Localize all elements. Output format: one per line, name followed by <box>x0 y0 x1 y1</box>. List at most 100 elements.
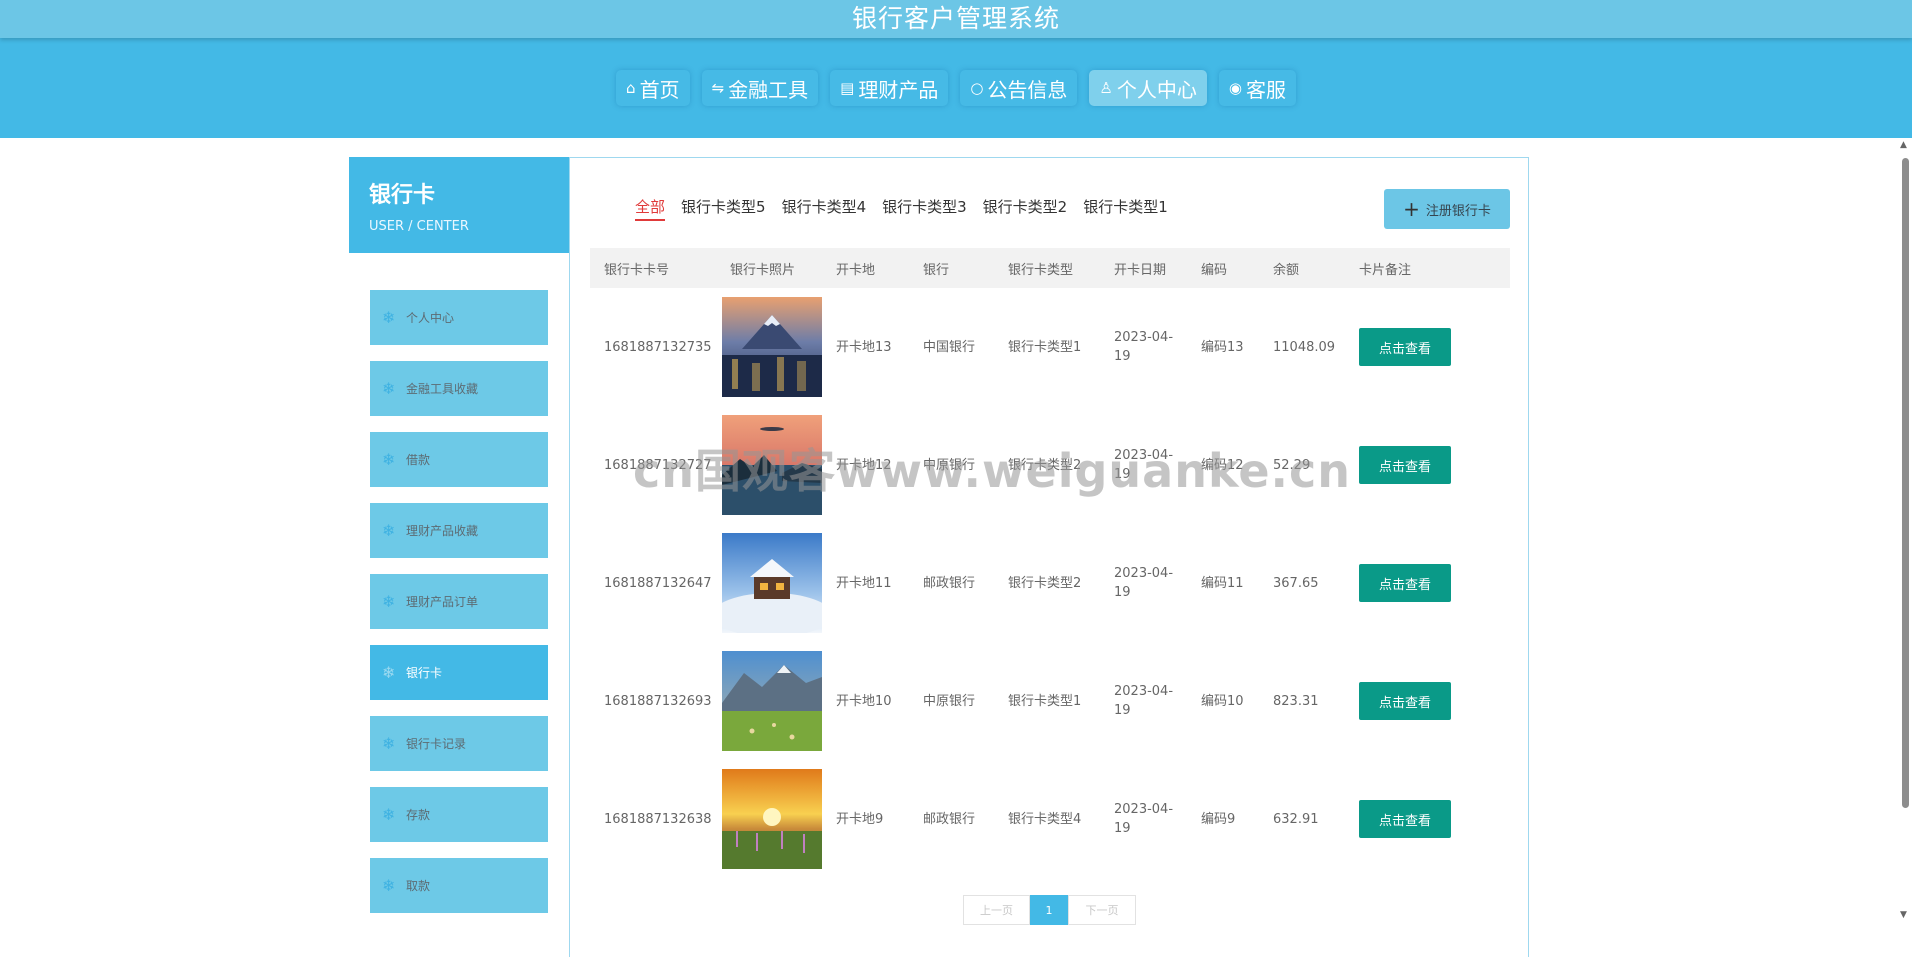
filter-type-2[interactable]: 银行卡类型2 <box>983 196 1068 221</box>
sidebar-item-financial-tool-favorites[interactable]: ❄ 金融工具收藏 <box>370 361 548 416</box>
cell-bank: 中原银行 <box>923 457 976 473</box>
nav-label: 公告信息 <box>987 77 1068 102</box>
cell-action: 点击查看 <box>1345 524 1510 642</box>
table-row: 1681887132735 开卡地13 中国银行 银行卡类型1 2023-04-… <box>590 288 1510 406</box>
card-photo-image[interactable] <box>722 651 822 751</box>
col-header-balance: 余额 <box>1273 262 1300 278</box>
cell-location: 开卡地13 <box>836 339 892 355</box>
view-button[interactable]: 点击查看 <box>1359 446 1451 484</box>
cell-action: 点击查看 <box>1345 642 1510 760</box>
sidebar-item-bank-card[interactable]: ❄ 银行卡 <box>370 645 548 700</box>
cell-date: 2023-04-19 <box>1114 330 1174 364</box>
table-row: 1681887132647 开卡地11 邮政银行 银行卡类型2 2023-04-… <box>590 524 1510 642</box>
cell-location: 开卡地11 <box>836 575 892 591</box>
sidebar-item-label: 理财产品订单 <box>406 595 479 609</box>
filter-type-3[interactable]: 银行卡类型3 <box>882 196 967 221</box>
card-photo-image[interactable] <box>722 297 822 397</box>
register-card-button[interactable]: + 注册银行卡 <box>1384 189 1510 229</box>
main-content: 全部 银行卡类型5 银行卡类型4 银行卡类型3 银行卡类型2 银行卡类型1 + … <box>569 157 1529 957</box>
cell-type: 银行卡类型2 <box>1008 457 1082 473</box>
cell-bank: 邮政银行 <box>923 575 976 591</box>
prev-page-button[interactable]: 上一页 <box>963 895 1030 925</box>
cell-card-photo <box>716 760 822 878</box>
scroll-up-arrow-icon[interactable]: ▲ <box>1900 140 1907 150</box>
view-button[interactable]: 点击查看 <box>1359 800 1451 838</box>
nav-wealth-products[interactable]: ▤ 理财产品 <box>830 70 948 106</box>
sidebar-item-label: 金融工具收藏 <box>406 382 479 396</box>
cell-card-photo <box>716 524 822 642</box>
nav-label: 金融工具 <box>728 77 809 102</box>
nav-announcements[interactable]: ○ 公告信息 <box>960 70 1077 106</box>
register-card-label: 注册银行卡 <box>1425 203 1491 219</box>
sidebar-header: 银行卡 USER / CENTER <box>349 157 569 253</box>
filter-type-5[interactable]: 银行卡类型5 <box>681 196 766 221</box>
scroll-down-arrow-icon[interactable]: ▼ <box>1900 910 1907 920</box>
cell-card-no: 1681887132638 <box>604 811 712 827</box>
view-button[interactable]: 点击查看 <box>1359 682 1451 720</box>
view-button[interactable]: 点击查看 <box>1359 564 1451 602</box>
col-header-date: 开卡日期 <box>1114 262 1167 278</box>
filter-type-1[interactable]: 银行卡类型1 <box>1083 196 1168 221</box>
cell-date: 2023-04-19 <box>1114 684 1174 718</box>
filter-all[interactable]: 全部 <box>635 196 666 221</box>
home-icon: ⌂ <box>626 79 636 97</box>
sidebar-item-withdraw[interactable]: ❄ 取款 <box>370 858 548 913</box>
sidebar-item-label: 银行卡记录 <box>406 737 467 751</box>
col-header-code: 编码 <box>1201 262 1228 278</box>
filter-type-4[interactable]: 银行卡类型4 <box>782 196 867 221</box>
sidebar-item-bank-card-records[interactable]: ❄ 银行卡记录 <box>370 716 548 771</box>
col-header-card-photo: 银行卡照片 <box>730 262 796 278</box>
site-title: 银行客户管理系统 <box>851 4 1060 33</box>
nav-label: 客服 <box>1245 77 1286 102</box>
cell-date: 2023-04-19 <box>1114 566 1174 600</box>
pagination: 上一页 1 下一页 <box>963 895 1136 925</box>
cell-bank: 中原银行 <box>923 693 976 709</box>
card-photo-image[interactable] <box>722 415 822 515</box>
sidebar-item-deposit[interactable]: ❄ 存款 <box>370 787 548 842</box>
page-number-button[interactable]: 1 <box>1030 895 1068 925</box>
nav-customer-service[interactable]: ◉ 客服 <box>1219 70 1296 106</box>
document-icon: ▤ <box>840 79 855 97</box>
cell-code: 编码11 <box>1201 575 1244 591</box>
cell-card-no: 1681887132727 <box>604 457 712 473</box>
cell-card-no: 1681887132693 <box>604 693 712 709</box>
sidebar-item-personal-center[interactable]: ❄ 个人中心 <box>370 290 548 345</box>
cell-date: 2023-04-19 <box>1114 802 1174 836</box>
snowflake-icon: ❄ <box>382 592 396 611</box>
sidebar-item-loan[interactable]: ❄ 借款 <box>370 432 548 487</box>
cell-balance: 367.65 <box>1273 575 1319 591</box>
cell-card-no: 1681887132647 <box>604 575 712 591</box>
cell-card-photo <box>716 288 822 406</box>
next-page-button[interactable]: 下一页 <box>1068 895 1136 925</box>
cell-code: 编码10 <box>1201 693 1244 709</box>
nav-financial-tools[interactable]: ⇋ 金融工具 <box>702 70 819 106</box>
cell-type: 银行卡类型1 <box>1008 693 1082 709</box>
snowflake-icon: ❄ <box>382 308 396 327</box>
card-photo-image[interactable] <box>722 769 822 869</box>
view-button[interactable]: 点击查看 <box>1359 328 1451 366</box>
bank-card-table: 银行卡卡号 银行卡照片 开卡地 银行 银行卡类型 开卡日期 编码 余额 卡片备注… <box>590 248 1510 878</box>
cell-balance: 52.29 <box>1273 457 1311 473</box>
col-header-card-no: 银行卡卡号 <box>604 262 670 278</box>
cell-location: 开卡地12 <box>836 457 892 473</box>
cell-code: 编码12 <box>1201 457 1244 473</box>
table-row: 1681887132638 开卡地9 邮政银行 银行卡类型4 2023-04-1… <box>590 760 1510 878</box>
sidebar-item-label: 个人中心 <box>406 311 455 325</box>
cell-card-photo <box>716 642 822 760</box>
cell-action: 点击查看 <box>1345 760 1510 878</box>
nav-personal-center[interactable]: ♙ 个人中心 <box>1089 70 1207 106</box>
top-title-bar: 银行客户管理系统 <box>0 0 1912 38</box>
cell-location: 开卡地10 <box>836 693 892 709</box>
snowflake-icon: ❄ <box>382 450 396 469</box>
snowflake-icon: ❄ <box>382 663 396 682</box>
page-scrollbar[interactable]: ▲ ▼ <box>1899 140 1912 920</box>
cell-card-photo <box>716 406 822 524</box>
card-photo-image[interactable] <box>722 533 822 633</box>
nav-home[interactable]: ⌂ 首页 <box>616 70 690 106</box>
sidebar-item-product-favorites[interactable]: ❄ 理财产品收藏 <box>370 503 548 558</box>
sidebar-item-label: 借款 <box>406 453 431 467</box>
col-header-bank: 银行 <box>923 262 950 278</box>
cell-balance: 823.31 <box>1273 693 1319 709</box>
sidebar-item-product-orders[interactable]: ❄ 理财产品订单 <box>370 574 548 629</box>
scroll-thumb[interactable] <box>1902 158 1909 808</box>
